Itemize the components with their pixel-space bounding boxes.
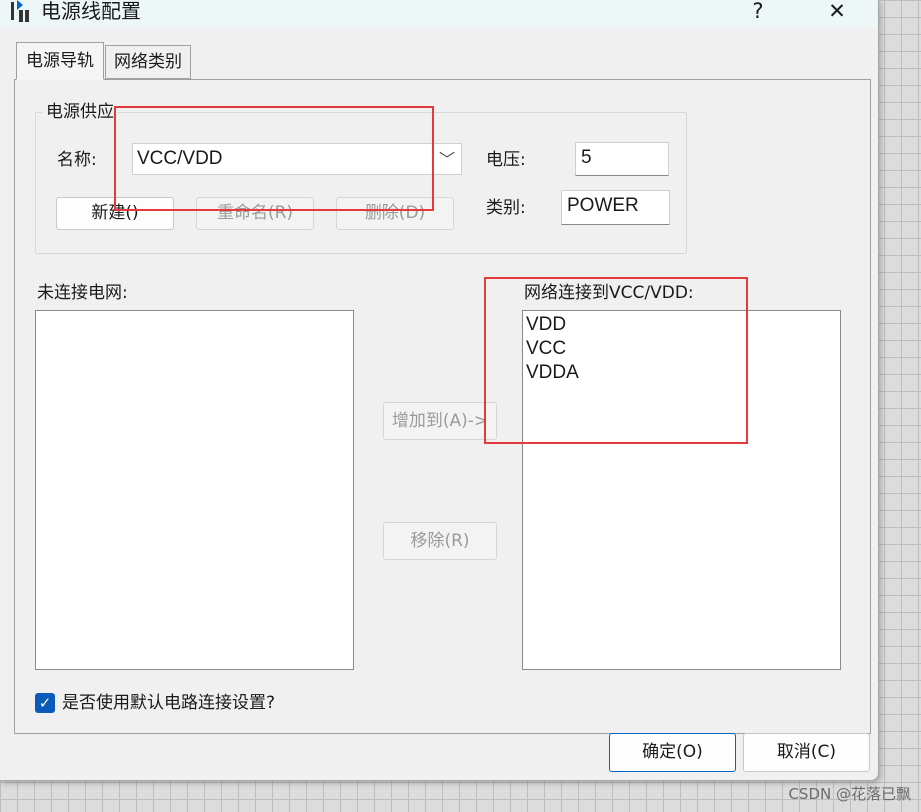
type-input[interactable]: POWER [561, 190, 670, 225]
unconnected-nets-label: 未连接电网: [37, 283, 128, 303]
cancel-button[interactable]: 取消(C) [743, 733, 870, 772]
default-setting-checkbox[interactable]: ✓ [35, 693, 55, 713]
add-to-rail-button[interactable]: 增加到(A)-> [383, 402, 497, 440]
ok-button[interactable]: 确定(O) [609, 733, 736, 772]
voltage-value: 5 [581, 147, 592, 168]
voltage-input[interactable]: 5 [575, 142, 669, 176]
highlight-box-connected [484, 277, 748, 444]
unconnected-nets-list[interactable] [35, 310, 354, 670]
power-rail-dialog: 电源线配置 ? ✕ 电源导轨 网络类别 电源供应 名称: VCC/VDD ﹀ 电… [0, 0, 879, 781]
remove-button[interactable]: 移除(R) [383, 522, 497, 560]
help-button[interactable]: ? [733, 0, 783, 26]
watermark: CSDN @花落已飘 [788, 785, 911, 803]
tab-power-rail[interactable]: 电源导轨 [16, 42, 104, 80]
app-icon [9, 0, 35, 24]
name-label: 名称: [57, 150, 97, 170]
tab-net-class[interactable]: 网络类别 [105, 45, 191, 79]
chevron-down-icon: ﹀ [438, 150, 455, 169]
voltage-label: 电压: [486, 150, 526, 170]
window-title: 电源线配置 [41, 0, 141, 23]
highlight-box-name [114, 106, 434, 211]
default-setting-label: 是否使用默认电路连接设置? [62, 693, 276, 713]
power-supply-group-label: 电源供应 [42, 100, 118, 124]
close-button[interactable]: ✕ [812, 0, 862, 26]
type-label: 类别: [486, 198, 526, 218]
type-value: POWER [567, 195, 639, 216]
